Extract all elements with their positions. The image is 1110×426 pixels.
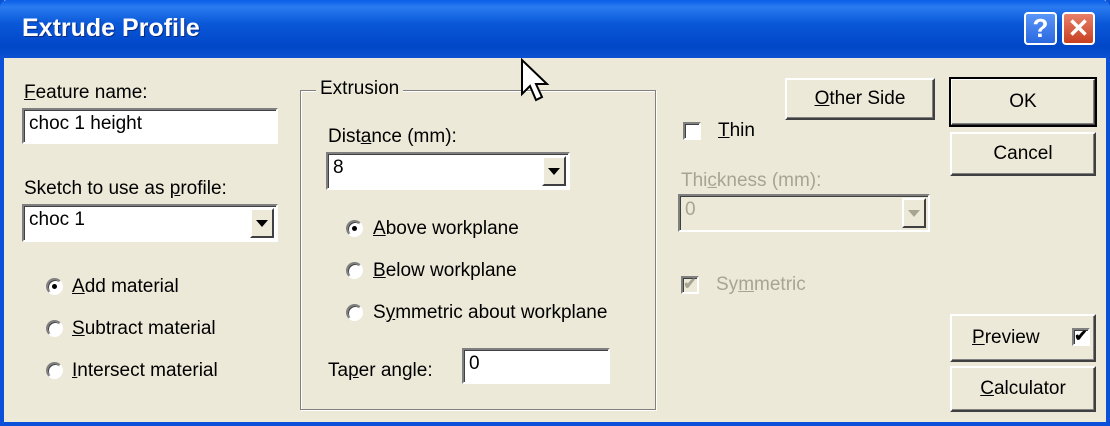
help-button[interactable]: ?: [1024, 12, 1057, 45]
chevron-down-icon[interactable]: [250, 208, 274, 238]
add-material-label[interactable]: Add material: [72, 276, 179, 298]
thin-label[interactable]: Thin: [718, 120, 755, 142]
below-workplane-label[interactable]: Below workplane: [373, 260, 517, 282]
thin-checkbox[interactable]: [683, 122, 701, 140]
subtract-material-radio[interactable]: [46, 320, 63, 337]
symmetric-label: Symmetric: [716, 274, 806, 295]
symmetric-workplane-radio[interactable]: [346, 304, 363, 321]
ok-button[interactable]: OK: [949, 77, 1097, 127]
taper-angle-label: Taper angle:: [328, 360, 433, 381]
check-icon: ✔: [1074, 328, 1088, 345]
sketch-select[interactable]: choc 1: [22, 204, 278, 242]
close-icon: ✕: [1067, 13, 1090, 43]
mouse-pointer-icon: [521, 58, 550, 102]
other-side-button[interactable]: Other Side: [785, 78, 935, 120]
sketch-label: Sketch to use as profile:: [24, 178, 227, 199]
chevron-down-icon[interactable]: [542, 156, 566, 186]
feature-name-label: Feature name:: [24, 82, 148, 103]
below-workplane-radio[interactable]: [346, 262, 363, 279]
intersect-material-radio[interactable]: [46, 362, 63, 379]
distance-label: Distance (mm):: [328, 126, 457, 147]
check-icon: ✔: [683, 276, 697, 293]
above-workplane-label[interactable]: Above workplane: [373, 218, 519, 240]
thickness-label: Thickness (mm):: [681, 170, 822, 191]
symmetric-workplane-label[interactable]: Symmetric about workplane: [373, 302, 607, 324]
add-material-radio[interactable]: [46, 278, 63, 295]
taper-angle-input[interactable]: 0: [462, 348, 610, 384]
distance-combo[interactable]: 8: [326, 152, 570, 190]
chevron-down-icon: [902, 198, 926, 228]
above-workplane-radio[interactable]: [346, 220, 363, 237]
title-bar[interactable]: Extrude Profile ? ✕: [0, 0, 1110, 58]
close-button[interactable]: ✕: [1062, 12, 1095, 45]
preview-checkbox[interactable]: ✔: [1072, 328, 1090, 346]
symmetric-checkbox: ✔: [681, 276, 699, 294]
help-icon: ?: [1032, 13, 1049, 43]
thickness-combo: 0: [678, 194, 930, 232]
cancel-button[interactable]: Cancel: [950, 132, 1096, 176]
extrusion-group-title: Extrusion: [316, 78, 404, 100]
intersect-material-label[interactable]: Intersect material: [72, 360, 218, 382]
thickness-value: 0: [685, 199, 696, 220]
subtract-material-label[interactable]: Subtract material: [72, 318, 216, 340]
distance-value: 8: [333, 157, 344, 178]
sketch-select-value: choc 1: [29, 209, 85, 230]
calculator-button[interactable]: Calculator: [950, 366, 1096, 412]
feature-name-input[interactable]: choc 1 height: [22, 108, 278, 144]
window-title: Extrude Profile: [22, 14, 200, 42]
